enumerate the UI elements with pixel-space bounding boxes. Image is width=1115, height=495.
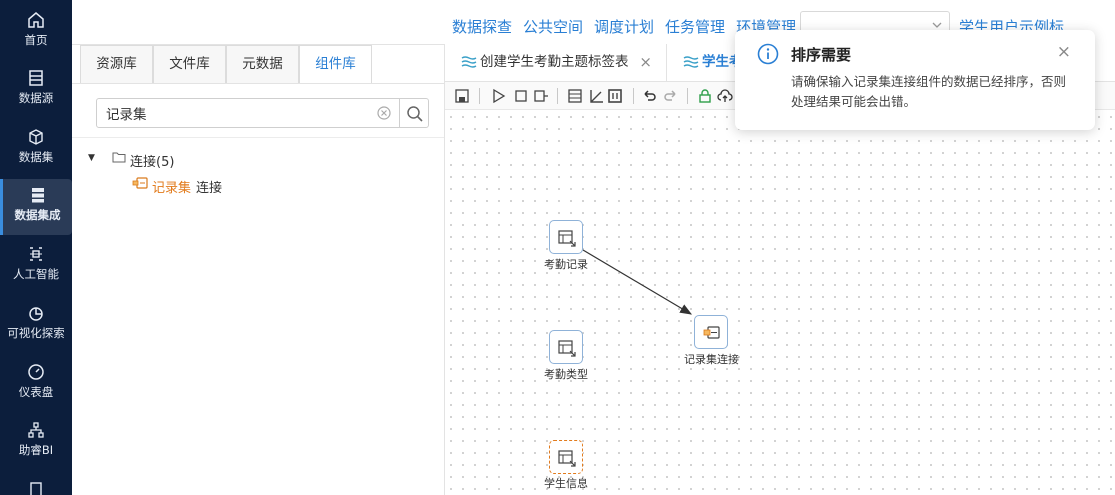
tree-item-match: 记录集 (152, 181, 192, 196)
flow-canvas[interactable]: 考勤记录 记录集连接 考勤类型 学生信息 (445, 111, 1115, 495)
document-icon (30, 482, 42, 495)
flow-icon (683, 56, 699, 68)
axis-icon[interactable] (589, 88, 605, 104)
grid-icon[interactable] (607, 88, 623, 104)
node-label: 考勤类型 (544, 368, 588, 381)
table-input-icon (558, 450, 576, 467)
nav-label: 助睿BI (18, 443, 54, 457)
editor-tab-attendance[interactable]: 创建学生考勤主题标签表 × (445, 44, 667, 82)
notification-toast: 排序需要 请确保输入记录集连接组件的数据已经排序，否则处理结果可能会出错。 × (735, 30, 1095, 130)
nav-item-home[interactable]: 首页 (0, 4, 72, 60)
nav-label: 数据集成 (14, 208, 61, 222)
tab-label: 文件库 (169, 56, 210, 72)
stop-icon[interactable] (513, 88, 529, 104)
tab-files[interactable]: 文件库 (153, 45, 226, 83)
cube-icon (29, 129, 43, 145)
tab-label: 组件库 (315, 56, 356, 72)
node-label: 学生信息 (544, 477, 588, 490)
toolbar-divider (687, 88, 688, 104)
top-link-public-space[interactable]: 公共空间 (523, 18, 583, 36)
close-icon[interactable]: × (1057, 42, 1071, 62)
tab-label: 元数据 (242, 56, 283, 72)
nav-label: 仪表盘 (18, 385, 54, 399)
node-label: 记录集连接 (684, 353, 739, 366)
tabs-divider (72, 83, 444, 84)
nav-item-data-integration[interactable]: 数据集成 (0, 179, 72, 235)
toolbar-divider (557, 88, 558, 104)
redo-icon[interactable] (663, 88, 679, 104)
editor-tab-label: 创建学生考勤主题标签表 (480, 54, 629, 70)
tree-folder-label: 连接(5) (130, 155, 175, 170)
nav-label: 首页 (24, 33, 48, 47)
org-chart-icon (28, 422, 44, 438)
join-component-icon (703, 326, 720, 339)
database-icon (29, 70, 43, 86)
lock-icon[interactable] (697, 88, 713, 104)
left-nav: 首页 数据源 数据集 数据集成 人工智能 可视化探索 仪表盘 助睿BI (0, 0, 72, 495)
ai-icon (30, 247, 42, 261)
tab-components[interactable]: 组件库 (299, 45, 372, 83)
search-button[interactable] (399, 98, 429, 128)
nav-item-bi[interactable]: 助睿BI (0, 414, 72, 470)
search-icon (407, 106, 423, 122)
toast-title: 排序需要 (791, 46, 852, 64)
nav-item-ai[interactable]: 人工智能 (0, 238, 72, 294)
pie-chart-icon (29, 307, 43, 321)
tree-item-label: 连接 (196, 181, 223, 196)
save-icon[interactable] (454, 88, 470, 104)
node-recordset-join[interactable] (694, 315, 728, 349)
flow-icon (461, 56, 477, 68)
top-link-schedule[interactable]: 调度计划 (594, 18, 654, 36)
upload-cloud-icon[interactable] (717, 88, 733, 104)
top-link-data-explore[interactable]: 数据探查 (452, 18, 512, 36)
nav-label: 数据集 (18, 150, 54, 164)
nav-item-datasource[interactable]: 数据源 (0, 62, 72, 118)
home-icon (28, 12, 44, 28)
folder-icon (112, 152, 126, 163)
top-link-task-manage[interactable]: 任务管理 (665, 18, 725, 36)
table-input-icon (558, 340, 576, 357)
nav-label: 可视化探索 (7, 326, 65, 340)
node-attendance-record[interactable] (549, 220, 583, 254)
nav-item-dashboard[interactable]: 仪表盘 (0, 356, 72, 412)
edge-layer (582, 249, 693, 315)
toolbar-divider (633, 88, 634, 104)
tab-label: 资源库 (96, 56, 137, 72)
table-input-icon (558, 230, 576, 247)
tab-resource[interactable]: 资源库 (80, 45, 153, 83)
toolbar-divider (479, 88, 480, 104)
undo-icon[interactable] (641, 88, 657, 104)
tab-metadata[interactable]: 元数据 (226, 45, 299, 83)
nav-item-dataset[interactable]: 数据集 (0, 121, 72, 177)
node-label: 考勤记录 (544, 258, 588, 271)
nav-label: 人工智能 (13, 267, 59, 281)
component-search-input[interactable] (97, 99, 367, 127)
caret-down-icon[interactable]: ▼ (88, 153, 95, 163)
clear-icon[interactable] (377, 106, 391, 120)
node-student-info[interactable] (549, 440, 583, 474)
toast-message: 请确保输入记录集连接组件的数据已经排序，否则处理结果可能会出错。 (791, 74, 1067, 109)
divider (72, 137, 444, 138)
flow-edge (582, 249, 693, 315)
layout-icon[interactable] (567, 88, 583, 104)
nav-item-visual-explore[interactable]: 可视化探索 (0, 297, 72, 353)
join-component-icon (132, 177, 148, 189)
info-icon (757, 43, 779, 65)
node-attendance-type[interactable] (549, 330, 583, 364)
component-search (96, 98, 400, 128)
server-icon (31, 188, 44, 203)
run-icon[interactable] (491, 88, 507, 104)
gauge-icon (28, 364, 44, 380)
nav-item-more[interactable] (0, 474, 72, 495)
component-panel: 资源库 文件库 元数据 组件库 ▼ 连接(5) 记录集 连接 (72, 44, 445, 495)
close-icon[interactable]: × (639, 44, 652, 80)
nav-label: 数据源 (18, 91, 54, 105)
step-icon[interactable] (533, 88, 549, 104)
